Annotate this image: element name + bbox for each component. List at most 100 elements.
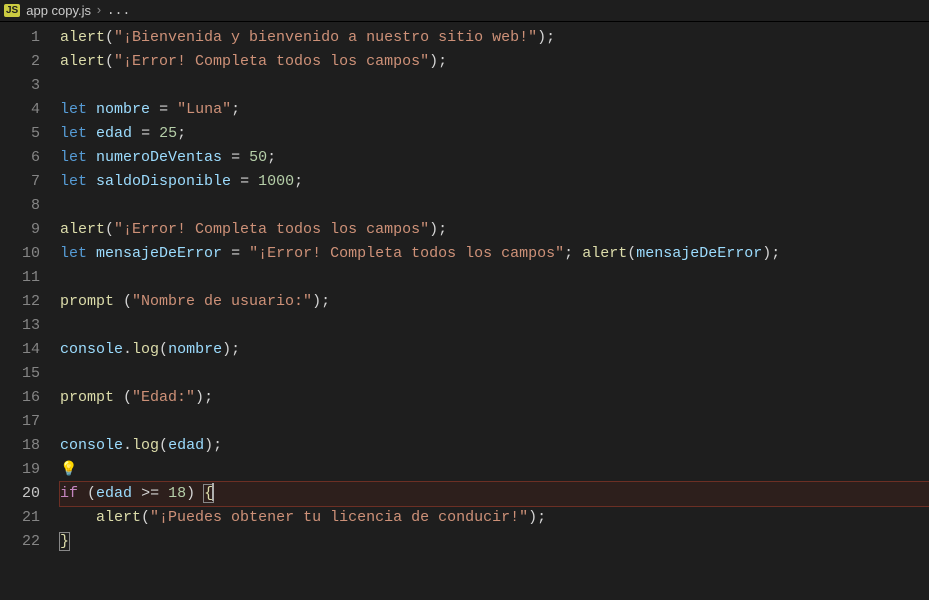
code-token xyxy=(87,245,96,262)
line-number: 17 xyxy=(0,410,40,434)
code-line[interactable] xyxy=(60,314,929,338)
line-number: 21 xyxy=(0,506,40,530)
code-token xyxy=(150,125,159,142)
line-number: 20 xyxy=(0,482,40,506)
line-number: 1 xyxy=(0,26,40,50)
code-line[interactable]: console.log(nombre); xyxy=(60,338,929,362)
line-number: 5 xyxy=(0,122,40,146)
code-token xyxy=(87,173,96,190)
line-number: 6 xyxy=(0,146,40,170)
code-line[interactable] xyxy=(60,194,929,218)
code-token: } xyxy=(60,533,69,550)
line-number: 15 xyxy=(0,362,40,386)
code-line[interactable] xyxy=(60,266,929,290)
code-token: let xyxy=(60,245,87,262)
code-line[interactable]: prompt ("Edad:"); xyxy=(60,386,929,410)
code-line[interactable]: let nombre = "Luna"; xyxy=(60,98,929,122)
code-line[interactable]: console.log(edad); xyxy=(60,434,929,458)
code-token: 1000 xyxy=(258,173,294,190)
code-token: prompt xyxy=(60,293,114,310)
code-token: ( xyxy=(627,245,636,262)
code-token: . xyxy=(123,437,132,454)
code-line[interactable]: 💡 xyxy=(60,458,929,482)
code-token: edad xyxy=(96,125,132,142)
code-token: alert xyxy=(96,509,141,526)
code-line[interactable]: alert("¡Error! Completa todos los campos… xyxy=(60,50,929,74)
code-token xyxy=(222,245,231,262)
code-token: ) xyxy=(204,437,213,454)
code-token: ( xyxy=(105,221,114,238)
code-token: ; xyxy=(231,341,240,358)
tab-bar: JS app copy.js › ... xyxy=(0,0,929,22)
code-token: ( xyxy=(159,341,168,358)
code-token xyxy=(132,485,141,502)
code-editor[interactable]: 12345678910111213141516171819202122 aler… xyxy=(0,22,929,600)
code-token: "Edad:" xyxy=(132,389,195,406)
code-line[interactable] xyxy=(60,410,929,434)
code-token: ) xyxy=(186,485,204,502)
code-token: "¡Error! Completa todos los campos" xyxy=(249,245,564,262)
code-token: "¡Puedes obtener tu licencia de conducir… xyxy=(150,509,528,526)
code-line[interactable]: } xyxy=(60,530,929,554)
code-token: mensajeDeError xyxy=(96,245,222,262)
code-token xyxy=(168,101,177,118)
line-number: 19 xyxy=(0,458,40,482)
code-token: prompt xyxy=(60,389,114,406)
code-token: log xyxy=(132,437,159,454)
code-token: ) xyxy=(429,221,438,238)
code-line[interactable] xyxy=(60,74,929,98)
code-line[interactable]: if (edad >= 18) { xyxy=(60,482,929,506)
lightbulb-icon[interactable]: 💡 xyxy=(60,458,77,482)
code-line[interactable]: let saldoDisponible = 1000; xyxy=(60,170,929,194)
code-token: console xyxy=(60,437,123,454)
code-token: "¡Error! Completa todos los campos" xyxy=(114,221,429,238)
code-token: ; xyxy=(546,29,555,46)
code-token: alert xyxy=(60,29,105,46)
code-token xyxy=(87,101,96,118)
code-token: ; xyxy=(267,149,276,166)
code-token: ( xyxy=(141,509,150,526)
line-number: 9 xyxy=(0,218,40,242)
code-line[interactable]: alert("¡Error! Completa todos los campos… xyxy=(60,218,929,242)
code-token: ) xyxy=(762,245,771,262)
line-number: 13 xyxy=(0,314,40,338)
code-token xyxy=(87,125,96,142)
code-line[interactable]: let edad = 25; xyxy=(60,122,929,146)
code-token: 50 xyxy=(249,149,267,166)
line-number: 11 xyxy=(0,266,40,290)
line-number: 8 xyxy=(0,194,40,218)
code-line[interactable]: prompt ("Nombre de usuario:"); xyxy=(60,290,929,314)
code-token: >= xyxy=(141,485,159,502)
code-line[interactable]: let mensajeDeError = "¡Error! Completa t… xyxy=(60,242,929,266)
code-area[interactable]: alert("¡Bienvenida y bienvenido a nuestr… xyxy=(60,26,929,600)
code-token: console xyxy=(60,341,123,358)
code-token: = xyxy=(159,101,168,118)
line-number: 22 xyxy=(0,530,40,554)
code-token xyxy=(60,509,96,526)
code-token: mensajeDeError xyxy=(636,245,762,262)
code-token xyxy=(240,149,249,166)
code-token: let xyxy=(60,173,87,190)
code-line[interactable]: alert("¡Bienvenida y bienvenido a nuestr… xyxy=(60,26,929,50)
code-line[interactable]: let numeroDeVentas = 50; xyxy=(60,146,929,170)
code-token: ( xyxy=(114,389,132,406)
js-file-icon: JS xyxy=(4,4,20,17)
code-token: ) xyxy=(222,341,231,358)
code-token: alert xyxy=(60,221,105,238)
breadcrumb-ellipsis[interactable]: ... xyxy=(107,3,130,18)
line-number: 10 xyxy=(0,242,40,266)
line-number: 3 xyxy=(0,74,40,98)
code-token: ( xyxy=(78,485,96,502)
code-line[interactable] xyxy=(60,362,929,386)
code-token xyxy=(132,125,141,142)
code-line[interactable]: alert("¡Puedes obtener tu licencia de co… xyxy=(60,506,929,530)
line-number: 12 xyxy=(0,290,40,314)
code-token: = xyxy=(141,125,150,142)
code-token: ; xyxy=(564,245,582,262)
code-token: if xyxy=(60,485,78,502)
tab-filename[interactable]: app copy.js xyxy=(26,3,91,18)
code-token xyxy=(231,173,240,190)
code-token: ( xyxy=(114,293,132,310)
code-token: . xyxy=(123,341,132,358)
code-token: ; xyxy=(537,509,546,526)
